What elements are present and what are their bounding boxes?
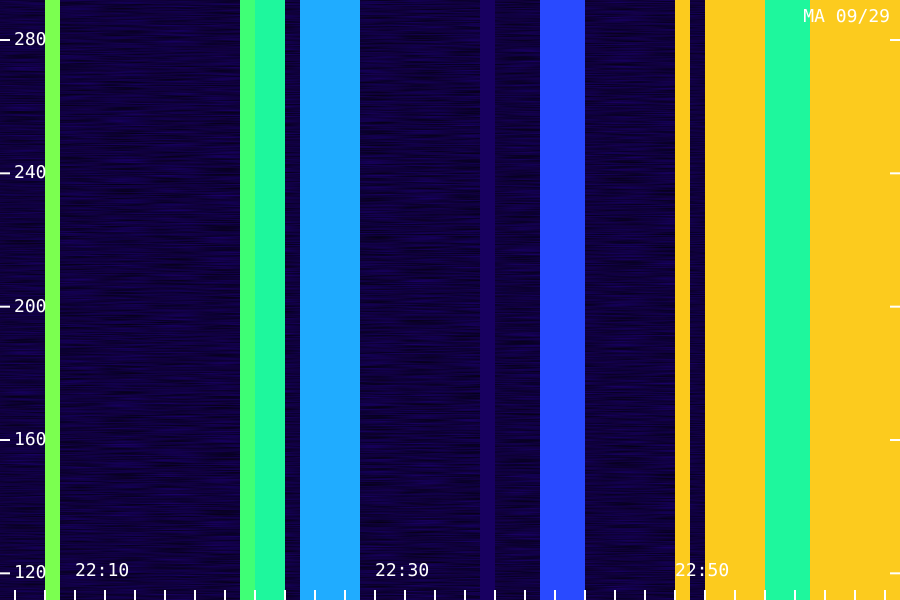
spectrogram-chart: 120 160 200 240 280 22:10 22:30 22:50 MA 09/29	[0, 0, 900, 600]
y-tick-label: 240	[14, 162, 47, 184]
y-tick-label: 120	[14, 562, 47, 584]
spectral-band-10	[810, 0, 900, 600]
x-tick-label: 22:30	[375, 560, 430, 581]
x-tick-label: 22:50	[675, 560, 730, 581]
spectral-band-6	[540, 0, 585, 600]
spectral-band-2	[240, 0, 255, 600]
spectral-band-7	[675, 0, 690, 600]
y-tick-label: 280	[14, 29, 47, 50]
spectral-band-3	[255, 0, 285, 600]
corner-label: MA 09/29	[803, 6, 890, 27]
spectral-band-4	[300, 0, 360, 600]
spectrogram-plot	[0, 0, 900, 600]
spectral-band-5	[480, 0, 495, 600]
spectral-band-9	[765, 0, 810, 600]
y-tick-label: 200	[14, 295, 47, 317]
x-tick-label: 22:10	[75, 560, 130, 581]
y-tick-label: 160	[14, 429, 47, 450]
spectral-band-8	[705, 0, 765, 600]
spectral-band-1	[45, 0, 60, 600]
